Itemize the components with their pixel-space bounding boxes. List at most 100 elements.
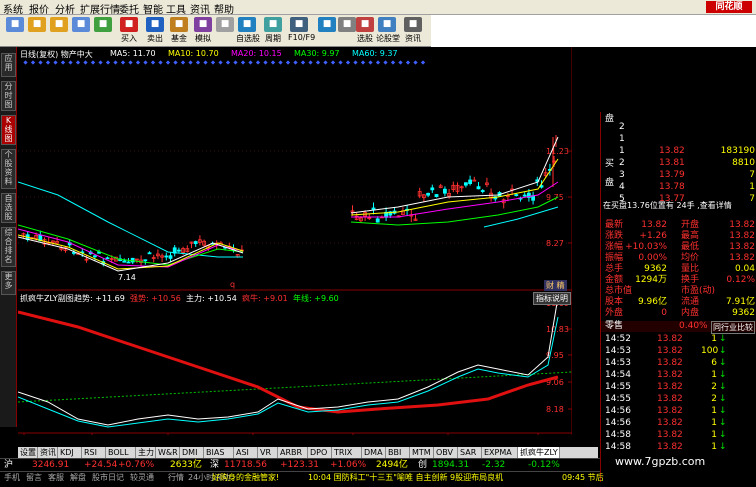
index-status-bar: 沪 3246.91 +24.54 +0.76% 2633亿深 11718.56 +123.3… [0, 458, 600, 471]
kline-chart-area[interactable]: 日线(复权) 物产中大 MA5: 11.70 MA10: 10.70 MA20: 1… [18, 47, 572, 435]
tick-time: 14:53 [605, 358, 631, 368]
indicator-tab-0[interactable]: 设置 [18, 447, 38, 458]
indicator-tab-14[interactable]: DMA [362, 447, 386, 458]
signal-diamond [323, 60, 328, 65]
menu-system[interactable]: 系统 [3, 1, 23, 16]
tick-price: 13.82 [657, 370, 683, 380]
left-tab-timeshare[interactable]: 分时图 [1, 81, 16, 111]
indicator-tick-label: 10.83 [546, 325, 569, 334]
stat-value: 9.96亿 [637, 297, 667, 307]
candle-body [468, 179, 473, 184]
signal-diamond [38, 60, 43, 65]
menu-order[interactable]: 委托 [119, 1, 139, 16]
signal-diamond [165, 60, 171, 65]
toolbar-button-3[interactable]: ■ [70, 17, 92, 33]
toolbar-button-15[interactable]: ■ 选股 [354, 17, 376, 44]
menu-news[interactable]: 资讯 [190, 1, 210, 16]
toolbar-button-6[interactable]: ■ 卖出 [144, 17, 166, 44]
left-tab-more[interactable]: 更多 [1, 271, 16, 295]
indicator-tab-3[interactable]: RSI [82, 447, 106, 458]
toolbar-button-10[interactable]: ■ 自选股 [236, 17, 260, 44]
indicator-tab-1[interactable]: 资讯 [38, 447, 58, 458]
orderbook-row: 2 [601, 122, 756, 133]
left-tab-apps[interactable]: 应用 [1, 53, 16, 77]
toolbar-button-2[interactable]: ■ [48, 17, 70, 33]
candle-body [430, 187, 435, 191]
finance-badge[interactable]: 财 精 [544, 280, 567, 291]
indicator-tab-13[interactable]: TRIX [332, 447, 362, 458]
left-tab-ranking[interactable]: 综合排名 [1, 227, 16, 267]
indicator-tab-18[interactable]: SAR [458, 447, 482, 458]
signal-diamond [68, 60, 73, 65]
signal-diamond [300, 60, 306, 65]
toolbar-button-17[interactable]: ■ 资讯 [402, 17, 424, 44]
toolbar-label: 自选股 [236, 34, 260, 43]
candle-body [164, 255, 169, 258]
signal-diamond [263, 60, 268, 65]
toolbar-button-16[interactable]: ■ 论股堂 [376, 17, 400, 44]
left-tab-favorites[interactable]: 自选股 [1, 193, 16, 223]
toolbar-button-1[interactable]: ■ [26, 17, 48, 33]
zoom-icon: ■ [318, 17, 336, 32]
indicator-tab-4[interactable]: BOLL [106, 447, 136, 458]
stat-key: 股本 [605, 297, 624, 307]
menu-analysis[interactable]: 分析 [55, 1, 75, 16]
menu-help[interactable]: 帮助 [214, 1, 234, 16]
news-ticker-item[interactable]: 股市日记 [92, 472, 124, 484]
indicator-help-button[interactable]: 指标说明 [533, 292, 571, 305]
tick-row: 14:58 13.82 1 ↓ [601, 442, 756, 453]
news-ticker-item[interactable]: 手机 [4, 472, 20, 484]
tick-down-arrow-icon: ↓ [719, 418, 727, 428]
news-ticker-item[interactable]: 留言 [26, 472, 42, 484]
indicator-tab-15[interactable]: BBI [386, 447, 410, 458]
menu-extended-market[interactable]: 扩展行情 [80, 1, 120, 16]
news-ticker-item[interactable]: 行情 [168, 472, 184, 484]
left-tab-stock-profile[interactable]: 个股资料 [1, 149, 16, 189]
indicator-value-0: 趋势: +11.69 [74, 294, 125, 303]
indicator-tab-17[interactable]: OBV [434, 447, 458, 458]
signal-diamond [383, 60, 388, 65]
indicator-tab-9[interactable]: ASI [234, 447, 258, 458]
news-ticker-item[interactable]: 10:04 国防科工"十三五"喻唯 自主创新 9股迎布局良机 [308, 472, 503, 484]
toolbar-button-7[interactable]: ■ 基金 [168, 17, 190, 44]
index-status-item: 沪 [4, 460, 14, 470]
indicator-tab-6[interactable]: W&R [156, 447, 180, 458]
tick-time: 14:55 [605, 394, 631, 404]
toolbar-button-0[interactable]: ■ [4, 17, 26, 33]
indicator-tab-2[interactable]: KDJ [58, 447, 82, 458]
left-tab-kline[interactable]: K线图 [1, 115, 16, 145]
news-ticker-item[interactable]: 解盘 [70, 472, 86, 484]
indicator-tab-20[interactable]: 抓疯牛ZLY [518, 447, 560, 458]
indicator-tab-7[interactable]: DMI [180, 447, 204, 458]
news-ticker-item[interactable]: 客服 [48, 472, 64, 484]
toolbar-button-12[interactable]: ■ F10/F9 [288, 17, 315, 42]
favorites-icon: ■ [238, 17, 256, 32]
indicator-tab-11[interactable]: ARBR [278, 447, 308, 458]
indicator-tab-19[interactable]: EXPMA [482, 447, 518, 458]
toolbar-button-11[interactable]: ■ 周期 [262, 17, 284, 44]
orderbook-notice[interactable]: 在买盘13.76位置有 24手 ,查看详情 [603, 200, 756, 211]
industry-compare-button[interactable]: 同行业比较 [711, 321, 755, 334]
index-status-item: +123.31 [280, 460, 320, 470]
indicator-tab-16[interactable]: MTM [410, 447, 434, 458]
toolbar-button-4[interactable]: ■ [92, 17, 114, 33]
low-price-label: 7.14 [118, 273, 136, 282]
news-ticker-item[interactable]: 好购身的金融管家! [212, 472, 279, 484]
tick-volume: 2 [711, 394, 717, 404]
news-ticker-item[interactable]: 09:45 节后 [562, 472, 604, 484]
news-ticker-item[interactable]: 较灵通 [130, 472, 154, 484]
indicator-tab-8[interactable]: BIAS [204, 447, 234, 458]
stat-value-2: 7.91亿 [725, 297, 755, 307]
tick-down-arrow-icon: ↓ [719, 430, 727, 440]
indicator-tab-12[interactable]: DPO [308, 447, 332, 458]
toolbar-button-9[interactable]: ■ [214, 17, 236, 33]
menu-tools[interactable]: 工具 [166, 1, 186, 16]
menu-smart[interactable]: 智能 [143, 1, 163, 16]
indicator-tab-5[interactable]: 主力 [136, 447, 156, 458]
menu-quote[interactable]: 报价 [29, 1, 49, 16]
toolbar-button-13[interactable]: ■ [316, 17, 338, 33]
stat-value-2: 13.82 [729, 220, 755, 230]
toolbar-button-5[interactable]: ■ 买入 [118, 17, 140, 44]
toolbar-button-8[interactable]: ■ 模拟 [192, 17, 214, 44]
indicator-tab-10[interactable]: VR [258, 447, 278, 458]
